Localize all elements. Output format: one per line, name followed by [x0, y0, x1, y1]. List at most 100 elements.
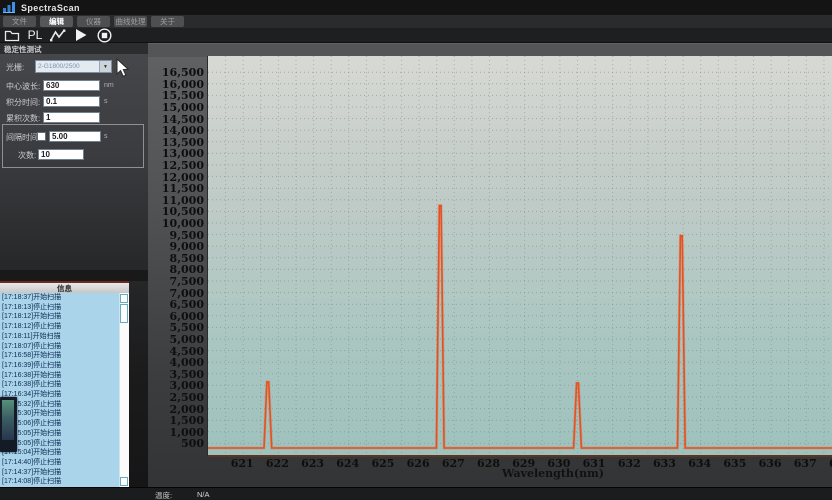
statusbar: 温度: N/A: [0, 487, 832, 500]
interval-checkbox[interactable]: [37, 132, 46, 141]
log-entry: [17:14:40]停止扫描: [0, 458, 119, 468]
y-tick-label: 15,500: [148, 89, 204, 102]
log-entry: [17:15:04]开始扫描: [0, 448, 119, 458]
interval-time-label: 间隔时间:: [6, 132, 40, 143]
curve-icon: [50, 29, 66, 42]
y-tick-label: 4,500: [148, 345, 204, 358]
stop-icon: [97, 28, 112, 43]
menu-item-1[interactable]: 编辑: [40, 16, 73, 27]
y-tick-label: 2,500: [148, 391, 204, 404]
chevron-down-icon[interactable]: ▼: [99, 61, 111, 72]
x-axis-title: Wavelength(nm): [478, 467, 628, 480]
y-tick-label: 1,000: [148, 426, 204, 439]
log-entry: [17:16:39]停止扫描: [0, 361, 119, 371]
y-tick-label: 2,000: [148, 403, 204, 416]
y-tick-label: 10,000: [148, 217, 204, 230]
pl-mode-button[interactable]: PL: [26, 28, 44, 43]
accumulation-count-label: 累积次数:: [6, 113, 40, 124]
log-entry: [17:15:06]停止扫描: [0, 419, 119, 429]
y-tick-label: 8,500: [148, 252, 204, 265]
y-tick-label: 5,500: [148, 321, 204, 334]
overlay-thumbnail: [0, 397, 17, 452]
app-logo-icon: [3, 2, 17, 13]
panel-title: 稳定性测试: [4, 44, 42, 55]
integration-time-field[interactable]: [43, 96, 100, 107]
interval-time-unit: s: [104, 133, 108, 140]
y-tick-label: 6,500: [148, 298, 204, 311]
times-field[interactable]: [38, 149, 84, 160]
x-tick-label: 624: [330, 457, 366, 470]
scroll-down-button[interactable]: [120, 477, 128, 486]
grating-value: 2-G1800/2500: [36, 63, 99, 70]
y-tick-label: 15,000: [148, 101, 204, 114]
interval-time-field[interactable]: [49, 131, 101, 142]
log-entry: [17:18:13]停止扫描: [0, 303, 119, 313]
y-tick-label: 3,000: [148, 379, 204, 392]
y-tick-label: 6,000: [148, 310, 204, 323]
menu-item-3[interactable]: 曲线处理: [114, 16, 147, 27]
spectrum-svg: [208, 56, 832, 455]
app-title: SpectraScan: [21, 3, 80, 13]
log-entry: [17:15:32]停止扫描: [0, 400, 119, 410]
grating-dropdown[interactable]: 2-G1800/2500 ▼: [35, 60, 112, 73]
y-tick-label: 14,500: [148, 113, 204, 126]
y-tick-label: 10,500: [148, 205, 204, 218]
y-tick-label: 4,000: [148, 356, 204, 369]
log-entry: [17:18:12]停止扫描: [0, 322, 119, 332]
log-entry: [17:14:37]开始扫描: [0, 468, 119, 478]
log-entry: [17:16:38]开始扫描: [0, 371, 119, 381]
times-label: 次数:: [18, 150, 36, 161]
y-tick-label: 12,500: [148, 159, 204, 172]
titlebar: SpectraScan: [0, 0, 832, 15]
y-tick-label: 7,000: [148, 287, 204, 300]
pl-text-icon: PL: [28, 28, 43, 42]
x-tick-label: 637: [787, 457, 823, 470]
y-tick-label: 8,000: [148, 263, 204, 276]
log-entry: [17:15:30]开始扫描: [0, 409, 119, 419]
menu-item-4[interactable]: 关于: [151, 16, 184, 27]
y-tick-label: 16,500: [148, 66, 204, 79]
x-tick-label: 626: [400, 457, 436, 470]
x-tick-label: 623: [295, 457, 331, 470]
y-tick-label: 14,000: [148, 124, 204, 137]
x-tick-label: 621: [224, 457, 260, 470]
log-entry: [17:16:58]开始扫描: [0, 351, 119, 361]
y-tick-label: 9,000: [148, 240, 204, 253]
chart-panel: 5001,0001,5002,0002,5003,0003,5004,0004,…: [148, 43, 832, 487]
log-entry: [17:15:05]停止扫描: [0, 439, 119, 449]
temperature-value: N/A: [197, 490, 243, 500]
menu-item-2[interactable]: 仪器: [77, 16, 110, 27]
y-tick-label: 13,000: [148, 147, 204, 160]
integration-time-label: 积分时间:: [6, 97, 40, 108]
message-log-list: [17:18:37]开始扫描[17:18:13]停止扫描[17:18:12]开始…: [0, 293, 119, 487]
y-tick-label: 500: [148, 437, 204, 450]
x-tick-label: 627: [435, 457, 471, 470]
folder-icon: [4, 29, 20, 42]
integration-time-unit: s: [104, 98, 108, 105]
spectrum-plot[interactable]: [207, 56, 832, 457]
scrollbar-thumb[interactable]: [120, 304, 128, 323]
center-wavelength-field[interactable]: [43, 80, 100, 91]
open-folder-button[interactable]: [3, 28, 21, 43]
log-entry: [17:16:34]开始扫描: [0, 390, 119, 400]
panel-title-bar: 稳定性测试: [0, 43, 148, 54]
x-tick-label: 638: [822, 457, 832, 470]
play-icon: [74, 28, 88, 42]
menu-item-0[interactable]: 文件: [3, 16, 36, 27]
start-scan-button[interactable]: [72, 28, 90, 43]
x-tick-label: 634: [682, 457, 718, 470]
curve-button[interactable]: [49, 28, 67, 43]
scroll-up-button[interactable]: [120, 294, 128, 303]
log-entry: [17:16:38]停止扫描: [0, 380, 119, 390]
y-tick-label: 3,500: [148, 368, 204, 381]
grating-label: 光栅:: [6, 62, 24, 73]
accumulation-count-field[interactable]: [43, 112, 100, 123]
y-tick-label: 16,000: [148, 78, 204, 91]
stop-scan-button[interactable]: [95, 28, 113, 43]
y-tick-label: 13,500: [148, 136, 204, 149]
x-tick-label: 633: [646, 457, 682, 470]
message-panel-divider: [0, 270, 148, 281]
log-entry: [17:18:37]开始扫描: [0, 293, 119, 303]
y-tick-label: 7,500: [148, 275, 204, 288]
log-entry: [17:14:08]停止扫描: [0, 477, 119, 487]
